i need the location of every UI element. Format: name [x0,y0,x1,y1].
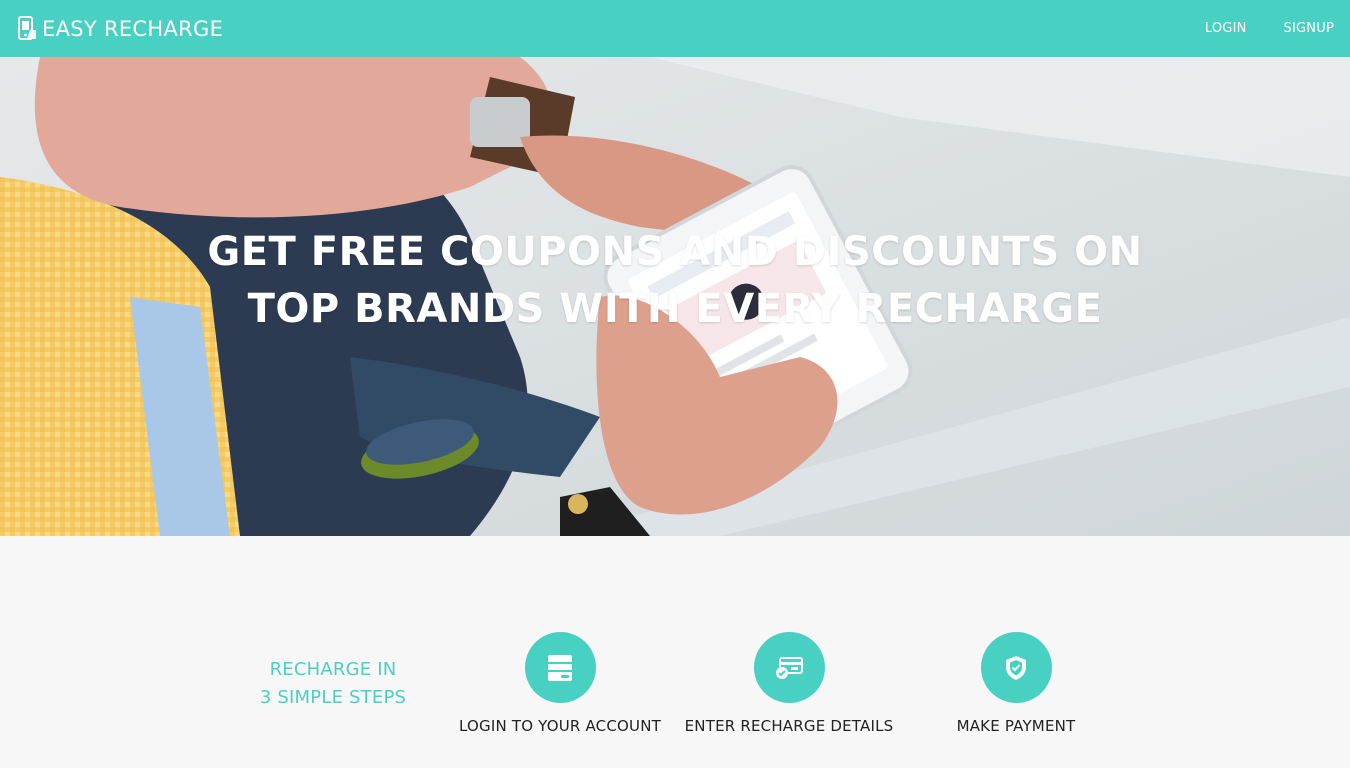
account-card-icon [524,632,596,703]
hero-title-line-1: GET FREE COUPONS AND DISCOUNTS ON [207,228,1143,275]
step-details: ENTER RECHARGE DETAILS [675,632,903,737]
phone-recharge-icon [17,15,39,42]
brand-link[interactable]: EASY RECHARGE [17,15,224,42]
step-login-label: LOGIN TO YOUR ACCOUNT [458,717,662,735]
step-details-label: ENTER RECHARGE DETAILS [684,717,894,735]
credit-card-check-icon [753,632,825,703]
steps-heading-line-1: RECHARGE IN [269,659,397,680]
shield-check-icon [980,632,1052,703]
top-navbar: EASY RECHARGE LOGIN SIGNUP [0,0,1350,57]
brand-name: EASY RECHARGE [42,16,224,41]
step-payment: MAKE PAYMENT [902,632,1130,737]
signup-link[interactable]: SIGNUP [1284,21,1334,36]
step-payment-label: MAKE PAYMENT [956,717,1076,735]
steps-heading-line-2: 3 SIMPLE STEPS [259,687,407,708]
hero-title-line-2: TOP BRANDS WITH EVERY RECHARGE [247,285,1103,332]
nav-links: LOGIN SIGNUP [1168,21,1334,36]
hero-title: GET FREE COUPONS AND DISCOUNTS ON TOP BR… [0,224,1350,338]
step-login: LOGIN TO YOUR ACCOUNT [446,632,674,737]
hero-banner: GET FREE COUPONS AND DISCOUNTS ON TOP BR… [0,57,1350,536]
steps-heading: RECHARGE IN 3 SIMPLE STEPS [240,656,426,712]
login-link[interactable]: LOGIN [1205,21,1247,36]
steps-section: RECHARGE IN 3 SIMPLE STEPS LOGIN TO YOUR… [0,536,1350,768]
